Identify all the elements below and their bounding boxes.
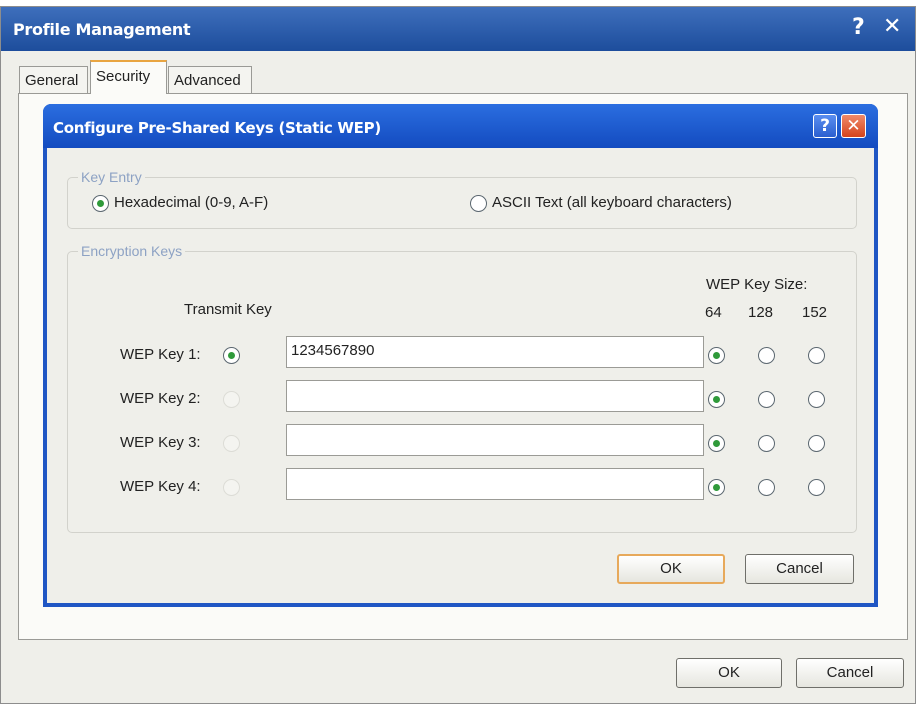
wep-key-2-field[interactable] bbox=[286, 380, 704, 412]
wep-key-1-field[interactable]: 1234567890 bbox=[286, 336, 704, 368]
wep-key-4-size-128-radio[interactable] bbox=[758, 479, 775, 496]
size-64-header: 64 bbox=[705, 304, 722, 321]
wep-key-2-label: WEP Key 2: bbox=[120, 390, 201, 407]
wep-key-3-field[interactable] bbox=[286, 424, 704, 456]
ascii-text-label: ASCII Text (all keyboard characters) bbox=[492, 194, 732, 211]
wep-key-2-transmit-radio bbox=[223, 391, 240, 408]
wep-key-1-label: WEP Key 1: bbox=[120, 346, 201, 363]
window-titlebar: Profile Management ? ✕ bbox=[1, 7, 915, 51]
tab-general[interactable]: General bbox=[19, 66, 88, 94]
dialog-close-icon[interactable]: ✕ bbox=[841, 114, 866, 138]
wep-key-4-field[interactable] bbox=[286, 468, 704, 500]
tab-security[interactable]: Security bbox=[90, 60, 167, 94]
key-entry-group: Key Entry Hexadecimal (0-9, A-F) ASCII T… bbox=[67, 169, 857, 229]
wep-key-1-size-152-radio[interactable] bbox=[808, 347, 825, 364]
wep-key-3-size-64-radio[interactable] bbox=[708, 435, 725, 452]
dialog-ok-button[interactable]: OK bbox=[617, 554, 725, 584]
hexadecimal-radio[interactable] bbox=[92, 195, 109, 212]
wep-key-4-label: WEP Key 4: bbox=[120, 478, 201, 495]
wep-key-3-size-152-radio[interactable] bbox=[808, 435, 825, 452]
tab-advanced[interactable]: Advanced bbox=[168, 66, 252, 94]
wep-key-4-size-64-radio[interactable] bbox=[708, 479, 725, 496]
dialog-body: Key Entry Hexadecimal (0-9, A-F) ASCII T… bbox=[47, 148, 874, 603]
ascii-text-radio[interactable] bbox=[470, 195, 487, 212]
encryption-keys-group: Encryption Keys Transmit Key WEP Key Siz… bbox=[67, 243, 857, 533]
wep-key-4-size-152-radio[interactable] bbox=[808, 479, 825, 496]
size-152-header: 152 bbox=[802, 304, 828, 321]
dialog-help-icon[interactable]: ? bbox=[813, 114, 837, 138]
dialog-title: Configure Pre-Shared Keys (Static WEP) bbox=[53, 119, 381, 137]
hexadecimal-label: Hexadecimal (0-9, A-F) bbox=[114, 194, 269, 211]
size-128-header: 128 bbox=[748, 304, 774, 321]
close-icon[interactable]: ✕ bbox=[883, 16, 901, 38]
outer-ok-button[interactable]: OK bbox=[676, 658, 782, 688]
wep-key-3-size-128-radio[interactable] bbox=[758, 435, 775, 452]
wep-key-1-size-128-radio[interactable] bbox=[758, 347, 775, 364]
outer-cancel-button[interactable]: Cancel bbox=[796, 658, 904, 688]
encryption-keys-legend: Encryption Keys bbox=[78, 243, 186, 259]
key-entry-legend: Key Entry bbox=[78, 169, 145, 185]
dialog-titlebar: Configure Pre-Shared Keys (Static WEP) ?… bbox=[43, 104, 878, 148]
window-title: Profile Management bbox=[13, 20, 191, 39]
wep-key-2-size-152-radio[interactable] bbox=[808, 391, 825, 408]
wep-key-3-label: WEP Key 3: bbox=[120, 434, 201, 451]
help-icon[interactable]: ? bbox=[852, 17, 865, 39]
wep-key-3-transmit-radio bbox=[223, 435, 240, 452]
wep-key-1-size-64-radio[interactable] bbox=[708, 347, 725, 364]
dialog-cancel-button[interactable]: Cancel bbox=[745, 554, 854, 584]
wep-key-2-size-128-radio[interactable] bbox=[758, 391, 775, 408]
wep-key-2-size-64-radio[interactable] bbox=[708, 391, 725, 408]
wep-key-size-header: WEP Key Size: bbox=[706, 276, 808, 293]
configure-wep-keys-dialog: Configure Pre-Shared Keys (Static WEP) ?… bbox=[43, 104, 878, 607]
transmit-key-header: Transmit Key bbox=[184, 301, 272, 318]
wep-key-4-transmit-radio bbox=[223, 479, 240, 496]
wep-key-1-transmit-radio[interactable] bbox=[223, 347, 240, 364]
